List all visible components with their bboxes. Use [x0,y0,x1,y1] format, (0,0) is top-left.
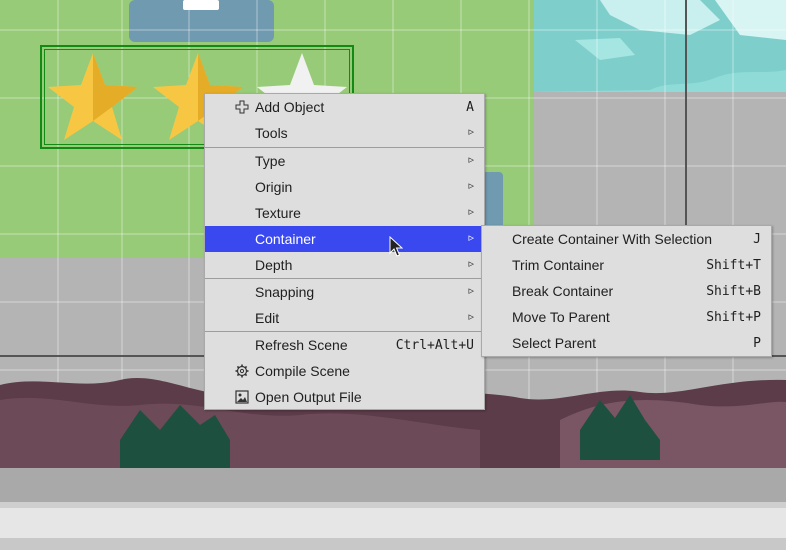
menu-item-compile-scene[interactable]: Compile Scene [205,358,484,384]
menu-item-label: Tools [255,125,288,141]
submenu-arrow-icon: ▹ [468,206,474,218]
menu-item-trim-container[interactable]: Trim Container Shift+T [482,252,771,278]
menu-item-create-container-with-selection[interactable]: Create Container With Selection J [482,226,771,252]
menu-item-label: Refresh Scene [255,337,348,353]
menu-item-label: Add Object [255,99,325,115]
menu-item-texture[interactable]: Texture ▹ [205,200,484,226]
menu-item-open-output-file[interactable]: Open Output File [205,384,484,410]
menu-item-shortcut: Shift+P [706,310,761,325]
submenu-arrow-icon: ▹ [468,180,474,192]
container-submenu: Create Container With Selection J Trim C… [481,225,772,357]
submenu-arrow-icon: ▹ [468,232,474,244]
menu-item-snapping[interactable]: Snapping ▹ [205,279,484,305]
menu-item-origin[interactable]: Origin ▹ [205,174,484,200]
menu-item-edit[interactable]: Edit ▹ [205,305,484,331]
gear-icon [235,364,249,378]
menu-item-label: Trim Container [512,257,605,273]
menu-item-select-parent[interactable]: Select Parent P [482,330,771,356]
menu-item-label: Texture [255,205,301,221]
menu-item-label: Open Output File [255,389,362,405]
mouse-cursor-icon [389,236,403,257]
context-menu: Add Object A Tools ▹ Type ▹ Origin ▹ Tex… [204,93,485,410]
menu-item-label: Create Container With Selection [512,231,712,247]
menu-item-depth[interactable]: Depth ▹ [205,252,484,278]
menu-item-label: Move To Parent [512,309,610,325]
menu-item-label: Container [255,231,316,247]
menu-item-container[interactable]: Container ▹ [205,226,484,252]
menu-item-label: Origin [255,179,293,195]
submenu-arrow-icon: ▹ [468,285,474,297]
menu-item-label: Depth [255,257,293,273]
menu-item-label: Select Parent [512,335,597,351]
menu-item-move-to-parent[interactable]: Move To Parent Shift+P [482,304,771,330]
submenu-arrow-icon: ▹ [468,258,474,270]
submenu-arrow-icon: ▹ [468,311,474,323]
menu-item-tools[interactable]: Tools ▹ [205,120,484,146]
menu-item-refresh-scene[interactable]: Refresh Scene Ctrl+Alt+U [205,332,484,358]
menu-item-shortcut: Ctrl+Alt+U [395,338,474,353]
menu-item-label: Compile Scene [255,363,350,379]
menu-item-shortcut: P [753,336,761,351]
plus-icon [235,100,249,114]
submenu-arrow-icon: ▹ [468,126,474,138]
menu-item-type[interactable]: Type ▹ [205,148,484,174]
menu-item-shortcut: Shift+B [706,284,761,299]
menu-item-label: Type [255,153,286,169]
menu-item-break-container[interactable]: Break Container Shift+B [482,278,771,304]
menu-item-shortcut: Shift+T [706,258,761,273]
menu-item-shortcut: A [466,100,474,115]
menu-item-label: Edit [255,310,280,326]
menu-item-label: Snapping [255,284,315,300]
menu-item-add-object[interactable]: Add Object A [205,94,484,120]
file-image-icon [235,390,249,404]
menu-item-label: Break Container [512,283,614,299]
submenu-arrow-icon: ▹ [468,154,474,166]
menu-item-shortcut: J [753,232,761,247]
